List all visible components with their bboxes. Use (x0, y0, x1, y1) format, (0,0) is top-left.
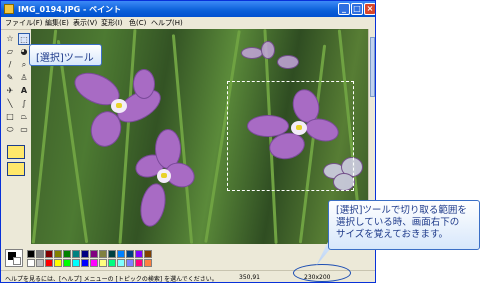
palette-swatch[interactable] (135, 259, 143, 267)
tip-line: 選択している時、画面右下の (336, 217, 460, 228)
current-colors[interactable] (5, 249, 23, 267)
iris-stamen (161, 173, 167, 178)
iris-flower (129, 129, 199, 239)
palette-swatch[interactable] (36, 259, 44, 267)
tip-callout: [選択]ツールで切り取る範囲を 選択している時、画面右下の サイズを覚えておきま… (328, 200, 480, 250)
palette-swatch[interactable] (72, 250, 80, 258)
palette-swatch[interactable] (63, 250, 71, 258)
iris-petal (241, 47, 263, 59)
palette-swatch[interactable] (108, 259, 116, 267)
palette-swatch[interactable] (144, 250, 152, 258)
scrollbar-thumb[interactable] (370, 37, 375, 97)
menu-image[interactable]: 変形(I) (101, 18, 123, 28)
background-color (13, 257, 21, 265)
rect-select-icon[interactable]: ⬚ (18, 33, 30, 45)
tool-label-text: [選択]ツール (36, 53, 94, 64)
palette-swatch[interactable] (27, 250, 35, 258)
tip-line: サイズを覚えておきます。 (336, 229, 449, 240)
iris-flower-background (241, 41, 301, 81)
menu-view[interactable]: 表示(V) (73, 18, 97, 28)
title-bar[interactable]: IMG_0194.JPG - ペイント _ □ × (1, 1, 375, 17)
minimize-button[interactable]: _ (338, 3, 350, 15)
window-title: IMG_0194.JPG - ペイント (18, 5, 122, 14)
palette-swatch[interactable] (126, 250, 134, 258)
palette-swatch[interactable] (81, 250, 89, 258)
menu-colors[interactable]: 色(C) (129, 18, 146, 28)
palette-swatch[interactable] (81, 259, 89, 267)
palette-swatch[interactable] (54, 259, 62, 267)
iris-petal (277, 55, 299, 69)
paint-window: IMG_0194.JPG - ペイント _ □ × ファイル(F) 編集(E) … (0, 0, 376, 283)
palette-swatch[interactable] (99, 250, 107, 258)
palette-swatch[interactable] (90, 259, 98, 267)
iris-stamen (116, 103, 122, 108)
iris-petal (133, 69, 155, 99)
close-button[interactable]: × (364, 3, 375, 15)
ellipse-icon[interactable]: ⬭ (4, 124, 16, 136)
menu-edit[interactable]: 編集(E) (45, 18, 69, 28)
eyedropper-icon[interactable]: / (4, 59, 16, 71)
eraser-icon[interactable]: ▱ (4, 46, 16, 58)
rounded-rect-icon[interactable]: ▭ (18, 124, 30, 136)
palette-swatch[interactable] (63, 259, 71, 267)
toolbox: ☆ ⬚ ▱ ◕ / ⌕ ✎ ♙ ✈ A ╲ ∫ □ ⏢ ⬭ ▭ (3, 31, 31, 243)
palette-swatch[interactable] (135, 250, 143, 258)
paint-app-icon (4, 4, 14, 14)
polygon-icon[interactable]: ⏢ (18, 111, 30, 123)
tool-label-callout: [選択]ツール (29, 44, 102, 66)
palette-swatch[interactable] (144, 259, 152, 267)
curve-icon[interactable]: ∫ (18, 98, 30, 110)
menu-file[interactable]: ファイル(F) (5, 18, 43, 28)
palette-swatch[interactable] (108, 250, 116, 258)
selection-transparent-option[interactable] (7, 162, 25, 176)
status-help-text: ヘルプを見るには、[ヘルプ] メニューの [トピックの検索] を選んでください。 (5, 276, 218, 283)
palette-swatch[interactable] (117, 259, 125, 267)
palette-swatch[interactable] (36, 250, 44, 258)
palette-swatch[interactable] (90, 250, 98, 258)
palette-swatch[interactable] (45, 250, 53, 258)
palette-swatch[interactable] (99, 259, 107, 267)
airbrush-icon[interactable]: ✈ (4, 85, 16, 97)
palette-swatch[interactable] (117, 250, 125, 258)
palette-swatch[interactable] (27, 259, 35, 267)
line-icon[interactable]: ╲ (4, 98, 16, 110)
size-highlight-ellipse (293, 264, 351, 282)
selection-rectangle[interactable] (227, 81, 354, 191)
palette-swatch[interactable] (54, 250, 62, 258)
palette-swatch[interactable] (126, 259, 134, 267)
pencil-icon[interactable]: ✎ (4, 72, 16, 84)
palette-swatch[interactable] (45, 259, 53, 267)
free-select-icon[interactable]: ☆ (4, 33, 16, 45)
text-icon[interactable]: A (18, 85, 30, 97)
menu-help[interactable]: ヘルプ(H) (151, 18, 183, 28)
tip-line: [選択]ツールで切り取る範囲を (336, 205, 467, 216)
brush-icon[interactable]: ♙ (18, 72, 30, 84)
maximize-button[interactable]: □ (351, 3, 363, 15)
iris-petal (261, 41, 275, 59)
selection-opaque-option[interactable] (7, 145, 25, 159)
rectangle-icon[interactable]: □ (4, 111, 16, 123)
iris-petal (136, 180, 170, 230)
palette-swatch[interactable] (72, 259, 80, 267)
cursor-coordinates: 350,91 (239, 274, 260, 281)
